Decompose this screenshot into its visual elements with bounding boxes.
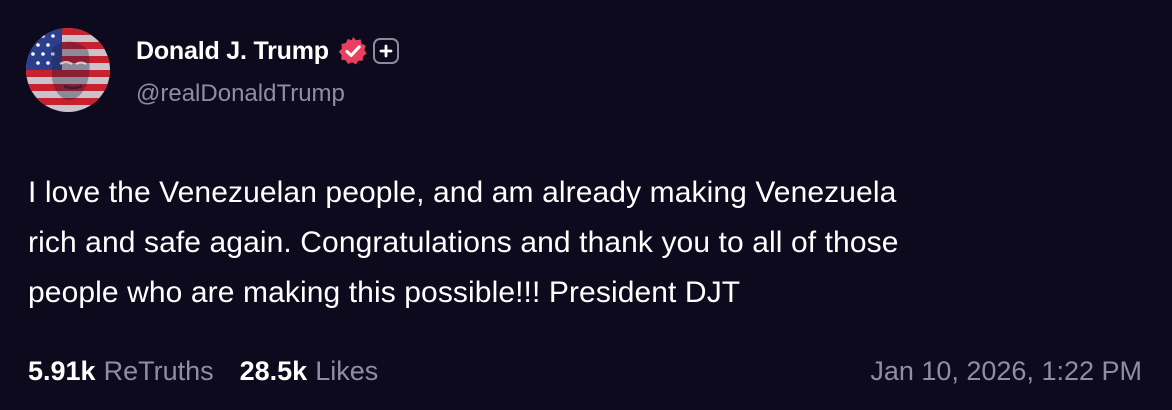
likes-count: 28.5k — [239, 355, 308, 386]
post-card: Donald J. Trump @realDonaldTrump I love … — [0, 0, 1172, 410]
avatar[interactable] — [26, 28, 110, 112]
verified-badge-icon — [337, 35, 369, 67]
retruths-label: ReTruths — [103, 355, 214, 386]
retruths-stat[interactable]: 5.91k ReTruths — [28, 356, 214, 387]
likes-label: Likes — [315, 355, 379, 386]
post-timestamp[interactable]: Jan 10, 2026, 1:22 PM — [870, 353, 1142, 389]
post-body: I love the Venezuelan people, and am alr… — [28, 168, 1148, 318]
plus-badge-icon[interactable] — [372, 38, 399, 64]
avatar-image — [26, 28, 110, 112]
name-row: Donald J. Trump — [136, 33, 399, 69]
post-stats: 5.91k ReTruths 28.5k Likes — [28, 353, 378, 389]
display-name[interactable]: Donald J. Trump — [136, 37, 329, 66]
likes-stat[interactable]: 28.5k Likes — [240, 356, 379, 387]
post-body-line: rich and safe again. Congratulations and… — [28, 226, 899, 259]
retruths-count: 5.91k — [28, 355, 96, 386]
post-body-line: people who are making this possible!!! P… — [28, 276, 741, 309]
user-handle[interactable]: @realDonaldTrump — [136, 80, 345, 108]
post-body-line: I love the Venezuelan people, and am alr… — [28, 176, 897, 209]
